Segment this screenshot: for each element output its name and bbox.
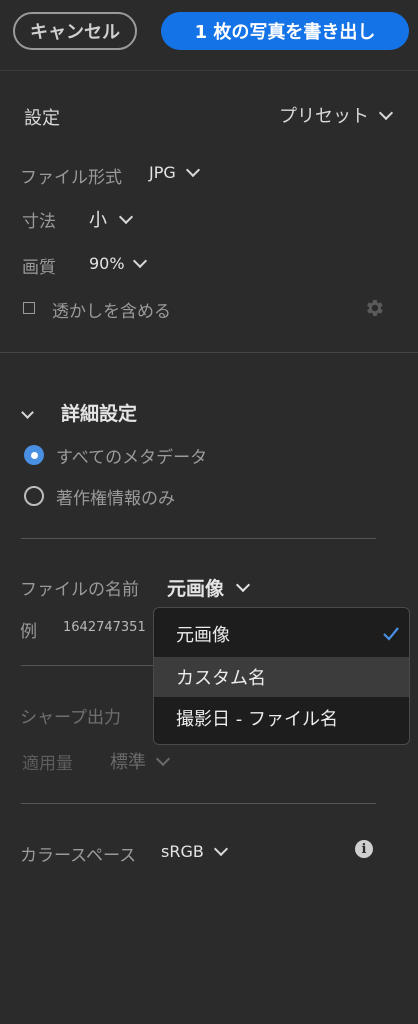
chevron-down-icon	[132, 253, 147, 269]
quality-select[interactable]: 90%	[89, 253, 147, 273]
chevron-down-icon	[378, 105, 394, 120]
section-divider	[0, 352, 418, 353]
advanced-collapse-toggle[interactable]	[21, 402, 34, 421]
sharpen-amount-select: 標準	[110, 748, 171, 774]
dropdown-item-date-filename[interactable]: 撮影日 - ファイル名	[154, 698, 409, 738]
advanced-title: 詳細設定	[61, 403, 138, 425]
size-select[interactable]: 小	[89, 206, 134, 232]
cancel-button[interactable]: キャンセル	[13, 12, 137, 50]
sharpen-amount-label: 適用量	[22, 754, 73, 774]
quality-value: 90%	[89, 254, 125, 273]
sharpen-label: シャープ出力	[20, 708, 121, 728]
dropdown-item-original[interactable]: 元画像	[154, 614, 409, 654]
chevron-down-icon	[155, 751, 171, 766]
checkmark-icon	[383, 627, 399, 641]
size-label: 寸法	[22, 212, 56, 232]
metadata-all-radio[interactable]	[24, 445, 44, 465]
info-icon[interactable]: i	[355, 840, 373, 858]
color-space-select[interactable]: sRGB	[161, 841, 228, 861]
filename-value: 元画像	[167, 578, 225, 600]
preset-label: プリセット	[279, 106, 369, 127]
metadata-copyright-label: 著作権情報のみ	[56, 489, 175, 509]
chevron-down-icon	[185, 162, 200, 178]
quality-label: 画質	[22, 258, 56, 278]
metadata-all-label: すべてのメタデータ	[56, 448, 208, 468]
filename-label: ファイルの名前	[20, 580, 139, 600]
dropdown-item-label: カスタム名	[176, 668, 266, 689]
watermark-label: 透かしを含める	[52, 302, 171, 322]
file-format-value: JPG	[149, 163, 176, 182]
chevron-down-icon	[235, 577, 251, 593]
gear-icon[interactable]	[363, 297, 385, 319]
export-button[interactable]: 1 枚の写真を書き出し	[161, 12, 409, 50]
example-label: 例	[20, 622, 37, 642]
dropdown-item-label: 元画像	[176, 625, 230, 646]
color-space-value: sRGB	[161, 842, 204, 861]
file-format-label: ファイル形式	[20, 168, 122, 188]
size-value: 小	[89, 210, 107, 231]
chevron-down-icon	[213, 841, 228, 857]
preset-dropdown[interactable]: プリセット	[279, 102, 394, 128]
divider	[21, 803, 376, 804]
sharpen-amount-value: 標準	[110, 752, 146, 773]
filename-select[interactable]: 元画像	[167, 574, 251, 601]
color-space-label: カラースペース	[20, 846, 137, 866]
chevron-down-icon	[21, 406, 34, 419]
dropdown-item-custom-name[interactable]: カスタム名	[154, 657, 409, 697]
divider	[21, 538, 376, 539]
example-value: 1642747351	[63, 620, 146, 635]
filename-dropdown-menu: 元画像 カスタム名 撮影日 - ファイル名	[153, 607, 410, 745]
dropdown-item-label: 撮影日 - ファイル名	[176, 709, 338, 730]
watermark-checkbox[interactable]	[23, 302, 35, 314]
metadata-copyright-radio[interactable]	[24, 486, 44, 506]
chevron-down-icon	[118, 209, 134, 224]
file-format-select[interactable]: JPG	[149, 162, 200, 182]
settings-title: 設定	[24, 108, 60, 129]
